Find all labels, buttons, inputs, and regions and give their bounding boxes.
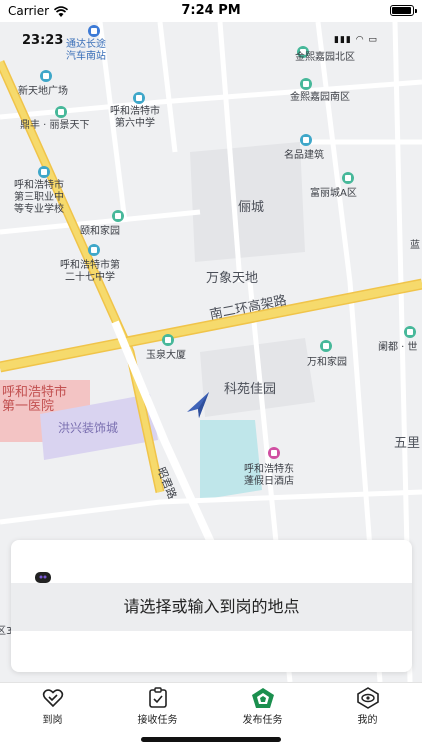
map-label-wanhe: 万和家园 — [307, 357, 347, 368]
map-label-landu: 阑都 · 世 — [378, 342, 418, 353]
tab-mine[interactable]: 我的 — [315, 687, 420, 727]
map-embedded-status-icons: ▮▮▮ ◠ ▭ — [334, 35, 378, 45]
battery-icon — [390, 5, 417, 16]
map-label-tongda-station: 通达长途 汽车南站 — [66, 39, 106, 62]
poi-pin-jinxi-south[interactable] — [300, 78, 312, 90]
map-label-school6: 呼和浩特市 第六中学 — [110, 106, 160, 129]
eye-profile-icon — [315, 687, 420, 709]
poi-pin-xintiandi[interactable] — [40, 70, 52, 82]
map-label-xintiandi: 新天地广场 — [18, 86, 68, 97]
publish-pentagon-icon — [210, 687, 315, 709]
map-label-jinxi-south: 金熙嘉园南区 — [290, 92, 350, 103]
poi-pin-mingpin[interactable] — [300, 134, 312, 146]
poi-pin-yihe[interactable] — [112, 210, 124, 222]
school-pin-27[interactable] — [88, 244, 100, 256]
map-label-edge-lan: 蓝 — [410, 240, 420, 251]
poi-pin-wanhe[interactable] — [320, 340, 332, 352]
map-label-holiday-inn: 呼和浩特东 蓬假日酒店 — [244, 464, 294, 487]
clipboard-icon — [105, 687, 210, 709]
school-pin-vocational[interactable] — [38, 166, 50, 178]
map-label-keyuan: 科苑佳园 — [224, 382, 277, 397]
map-label-hongxing: 洪兴装饰城 — [58, 421, 119, 435]
map-label-liyuan: 俪城 — [238, 200, 265, 215]
map-label-dingfeng: 鼎丰 · 丽景天下 — [20, 120, 90, 131]
map-label-hospital: 呼和浩特市 第一医院 — [2, 385, 68, 414]
water-area — [200, 420, 262, 500]
tab-arrive-label: 到岗 — [42, 715, 63, 726]
poi-pin-dingfeng[interactable] — [55, 106, 67, 118]
map-label-wuli: 五里 — [394, 436, 421, 451]
tab-publish-tasks[interactable]: 发布任务 — [210, 687, 315, 727]
poi-pin-landu[interactable] — [404, 326, 416, 338]
poi-pin-yuquan[interactable] — [162, 334, 174, 346]
map-label-fulicheng: 富丽城A区 — [310, 188, 357, 199]
heart-check-icon — [0, 687, 105, 709]
poi-pin-fulicheng[interactable] — [342, 172, 354, 184]
tab-mine-label: 我的 — [357, 715, 378, 726]
tab-arrive[interactable]: 到岗 — [0, 687, 105, 727]
tab-receive-tasks[interactable]: 接收任务 — [105, 687, 210, 727]
map-label-yihejiayuan: 颐和家园 — [80, 226, 120, 237]
hotel-pin-holiday-inn[interactable] — [268, 447, 280, 459]
school-pin-6[interactable] — [133, 92, 145, 104]
bus-station-pin[interactable] — [88, 25, 100, 37]
location-card: 请选择或输入到岗的地点 — [11, 540, 412, 672]
map-label-vocational: 呼和浩特市 第三职业中 等专业学校 — [14, 180, 64, 215]
location-input[interactable]: 请选择或输入到岗的地点 — [11, 583, 412, 631]
map-embedded-time: 23:23 — [22, 33, 64, 48]
status-bar: Carrier 7:24 PM — [0, 0, 422, 22]
tab-receive-tasks-label: 接收任务 — [137, 715, 178, 726]
map-label-wanxiang: 万象天地 — [206, 271, 259, 286]
map-label-school27: 呼和浩特市第 二十七中学 — [60, 260, 120, 283]
map-label-mingpin: 名品建筑 — [284, 150, 324, 161]
status-time: 7:24 PM — [181, 3, 241, 18]
map-label-jinxi-north: 金熙嘉园北区 — [295, 52, 355, 63]
tab-publish-tasks-label: 发布任务 — [242, 715, 283, 726]
map-label-yuquan: 玉泉大厦 — [146, 350, 186, 361]
home-indicator[interactable] — [141, 737, 281, 742]
